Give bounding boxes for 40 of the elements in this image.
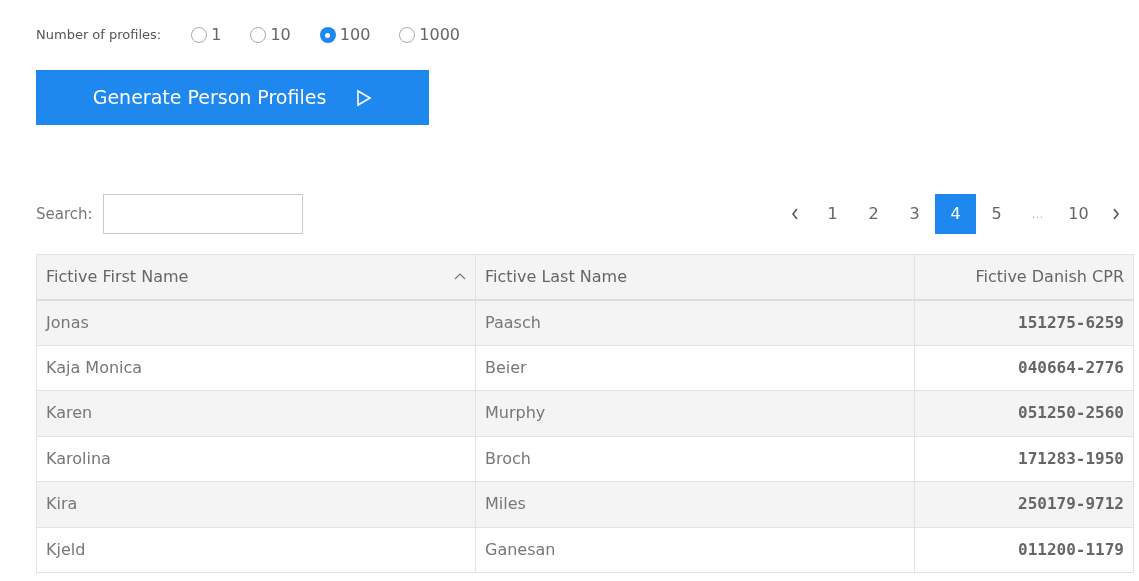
table-cell: Kira [36, 481, 476, 527]
page-button[interactable]: 3 [894, 194, 935, 234]
radio-option[interactable]: 1000 [399, 23, 461, 47]
radio-button[interactable] [319, 27, 336, 43]
next-page-icon[interactable] [1112, 208, 1120, 220]
table-cell: Kjeld [36, 527, 476, 573]
search-field[interactable] [102, 194, 303, 234]
page-button[interactable]: 10 [1058, 194, 1099, 234]
page-button[interactable]: 2 [853, 194, 894, 234]
table-cell: Jonas [36, 299, 476, 345]
table-cell: Ganesan [475, 527, 915, 573]
page-button[interactable]: 1 [812, 194, 853, 234]
radio-option[interactable]: 10 [250, 23, 291, 47]
table-cell: Beier [475, 345, 915, 391]
column-header[interactable]: Fictive Danish CPR [914, 254, 1134, 300]
table-cell: 250179-9712 [914, 481, 1134, 527]
table-cell: 011200-1179 [914, 527, 1134, 573]
table-cell: 051250-2560 [914, 390, 1134, 436]
radio-option[interactable]: 100 [319, 23, 371, 47]
table-cell: 171283-1950 [914, 436, 1134, 482]
profile-count-label: Number of profiles: [36, 26, 162, 45]
radio-option[interactable]: 1 [191, 23, 222, 47]
page-button[interactable]: 5 [976, 194, 1017, 234]
pagination-ellipsis: … [1030, 206, 1045, 223]
generate-button[interactable]: Generate Person Profiles [36, 70, 429, 125]
table-cell: Miles [475, 481, 915, 527]
column-header[interactable]: Fictive First Name [36, 254, 476, 300]
column-header[interactable]: Fictive Last Name [475, 254, 915, 300]
play-icon [356, 88, 373, 107]
table-cell: Murphy [475, 390, 915, 436]
table-cell: Karen [36, 390, 476, 436]
table-cell: 040664-2776 [914, 345, 1134, 391]
table-cell: Paasch [475, 299, 915, 345]
table-cell: Kaja Monica [36, 345, 476, 391]
table-cell: Karolina [36, 436, 476, 482]
search-label: Search: [36, 203, 93, 225]
previous-page-icon[interactable] [791, 208, 799, 220]
table-cell: 151275-6259 [914, 299, 1134, 345]
table-cell: Broch [475, 436, 915, 482]
page-button[interactable]: 4 [935, 194, 976, 234]
